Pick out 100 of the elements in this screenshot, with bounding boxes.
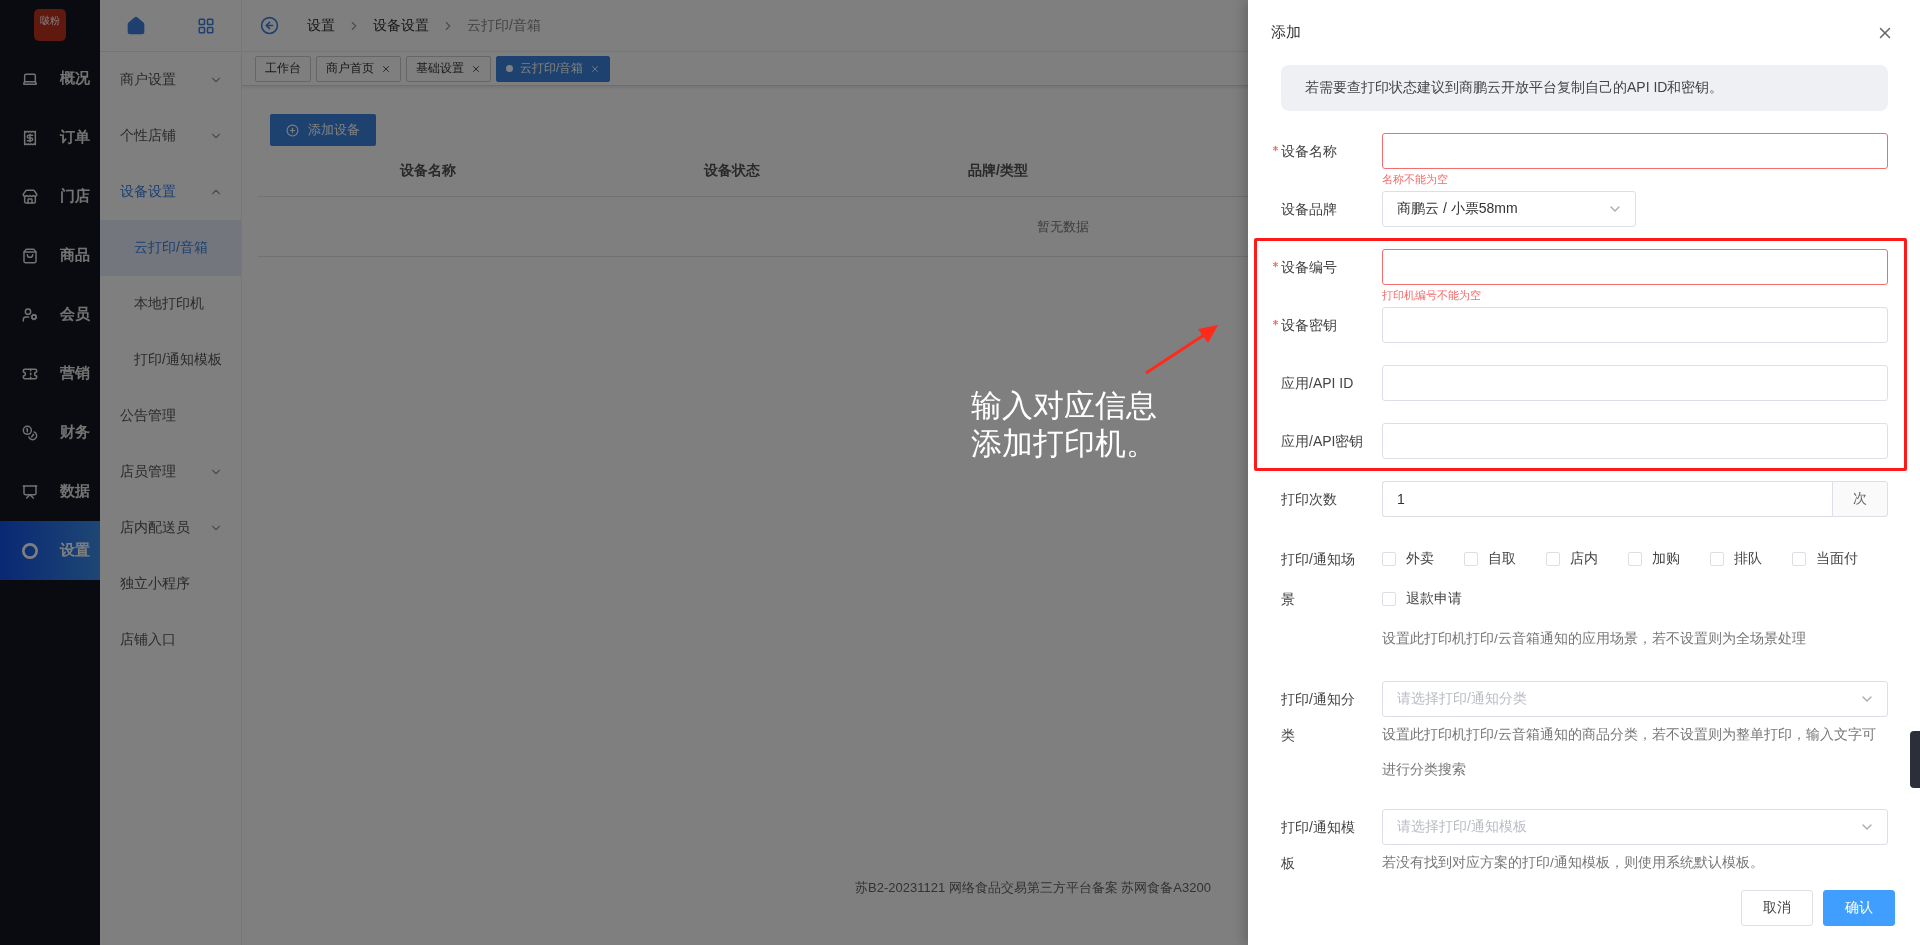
notice-banner: 若需要查打印状态建议到商鹏云开放平台复制自己的API ID和密钥。 (1281, 65, 1888, 111)
drawer-title: 添加 (1271, 23, 1301, 42)
side-handle[interactable] (1910, 731, 1920, 788)
input-field[interactable] (1382, 133, 1888, 169)
column-header: 设备名称 (398, 162, 457, 180)
nav-label: 数据 (60, 482, 90, 501)
error-message: 打印机编号不能为空 (1382, 288, 1482, 303)
nav-item[interactable]: 设置 (0, 521, 100, 580)
checkbox-label: 外卖 (1406, 550, 1434, 568)
nav-label: 订单 (60, 128, 90, 147)
back-icon[interactable] (260, 16, 279, 35)
field-label: 应用/API ID (1281, 374, 1355, 393)
field-hint: 设置此打印机打印/云音箱通知的商品分类，若不设置则为整单打印，输入文字可进行分类搜索 (1382, 726, 1877, 779)
plus-icon (286, 123, 299, 137)
field-label: 打印/通知分类 (1281, 690, 1356, 745)
close-icon[interactable] (381, 63, 391, 74)
menu-label: 公告管理 (120, 407, 176, 425)
annotation-text: 输入对应信息 添加打印机。 (971, 387, 1157, 463)
close-icon[interactable] (471, 63, 481, 74)
menu-label: 独立小程序 (120, 575, 190, 593)
page-tab[interactable]: 工作台 (255, 55, 311, 82)
field-label: 设备密钥 (1281, 316, 1338, 335)
nav-item[interactable]: 营销 (0, 344, 100, 403)
store-icon (22, 188, 38, 205)
footer-text: 苏B2-20231121 网络食品交易第三方平台备案 苏网食备A3200 (854, 879, 1212, 897)
grid-icon[interactable] (197, 16, 216, 35)
home-icon[interactable] (125, 15, 146, 36)
field-label: 打印/通知模板 (1281, 818, 1356, 873)
checkbox-label: 当面付 (1816, 550, 1858, 568)
menu-label: 店员管理 (120, 463, 176, 481)
menu-label: 店内配送员 (120, 519, 190, 537)
field-label: 设备编号 (1281, 258, 1338, 277)
confirm-button[interactable]: 确认 (1823, 890, 1895, 926)
submenu-item[interactable]: 云打印/音箱 (100, 220, 241, 276)
breadcrumb-link[interactable]: 设置 (307, 16, 335, 35)
input-field[interactable] (1382, 249, 1888, 285)
field-hint: 若没有找到对应方案的打印/通知模板，则使用系统默认模板。 (1382, 854, 1765, 872)
checkbox[interactable] (1464, 552, 1478, 566)
nav-item[interactable]: 门店 (0, 167, 100, 226)
menu-item[interactable]: 店内配送员 (100, 500, 241, 556)
submenu-item[interactable]: 本地打印机 (100, 276, 241, 332)
nav-item[interactable]: 订单 (0, 108, 100, 167)
nav-item[interactable]: 数据 (0, 462, 100, 521)
brand-logo: 啵粉 (34, 8, 66, 41)
checkbox[interactable] (1382, 552, 1396, 566)
page-tab[interactable]: 基础设置 (406, 55, 491, 82)
menu-label: 店铺入口 (120, 631, 176, 649)
menu-label: 商户设置 (120, 71, 176, 89)
nav-label: 财务 (60, 423, 90, 442)
checkbox[interactable] (1546, 552, 1560, 566)
coins-icon (22, 424, 38, 441)
dot-icon (506, 65, 513, 72)
checkbox[interactable] (1382, 592, 1396, 606)
nav-label: 营销 (60, 364, 90, 383)
breadcrumb-link[interactable]: 设备设置 (373, 16, 429, 35)
menu-item[interactable]: 个性店铺 (100, 108, 241, 164)
menu-item[interactable]: 店员管理 (100, 444, 241, 500)
add-device-button[interactable]: 添加设备 (270, 114, 376, 146)
nav-item[interactable]: 会员 (0, 285, 100, 344)
checkbox-label: 店内 (1570, 550, 1598, 568)
checkbox[interactable] (1792, 552, 1806, 566)
nav-label: 门店 (60, 187, 90, 206)
nav-item[interactable]: 财务 (0, 403, 100, 462)
cancel-button[interactable]: 取消 (1741, 890, 1813, 926)
error-message: 名称不能为空 (1382, 172, 1449, 187)
field-label: 打印/通知场景 (1281, 550, 1356, 609)
select-field[interactable]: 商鹏云 / 小票58mm (1382, 191, 1636, 227)
checkbox[interactable] (1710, 552, 1724, 566)
menu-item[interactable]: 独立小程序 (100, 556, 241, 612)
select-field[interactable]: 请选择打印/通知模板 (1382, 809, 1888, 845)
menu-label: 设备设置 (120, 183, 176, 201)
nav-item[interactable]: 商品 (0, 226, 100, 285)
checkbox[interactable] (1628, 552, 1642, 566)
ring-icon (22, 542, 38, 559)
page-tab[interactable]: 商户首页 (316, 55, 401, 82)
field-label: 设备名称 (1281, 142, 1338, 161)
receipt-icon (22, 129, 38, 146)
checkbox-label: 加购 (1652, 550, 1680, 568)
field-label: 设备品牌 (1281, 200, 1338, 219)
bag-icon (22, 247, 38, 264)
column-header: 设备状态 (702, 162, 761, 180)
submenu-item[interactable]: 打印/通知模板 (100, 332, 241, 388)
close-icon[interactable] (590, 63, 601, 74)
nav-label: 设置 (60, 541, 90, 560)
unit-suffix: 次 (1832, 481, 1888, 517)
count-field[interactable]: 1 (1382, 481, 1832, 517)
column-header: 品牌/类型 (967, 162, 1029, 180)
field-label: 应用/API密钥 (1281, 432, 1364, 451)
nav-label: 会员 (60, 305, 90, 324)
menu-item[interactable]: 商户设置 (100, 52, 241, 108)
nav-item[interactable]: 概况 (0, 49, 100, 108)
menu-item[interactable]: 设备设置 (100, 164, 241, 220)
select-field[interactable]: 请选择打印/通知分类 (1382, 681, 1888, 717)
nav-label: 概况 (60, 69, 90, 88)
menu-item[interactable]: 店铺入口 (100, 612, 241, 668)
menu-label: 个性店铺 (120, 127, 176, 145)
checkbox-label: 自取 (1488, 550, 1516, 568)
menu-item[interactable]: 公告管理 (100, 388, 241, 444)
page-tab[interactable]: 云打印/音箱 (496, 55, 611, 82)
checkbox-label: 退款申请 (1406, 590, 1462, 608)
